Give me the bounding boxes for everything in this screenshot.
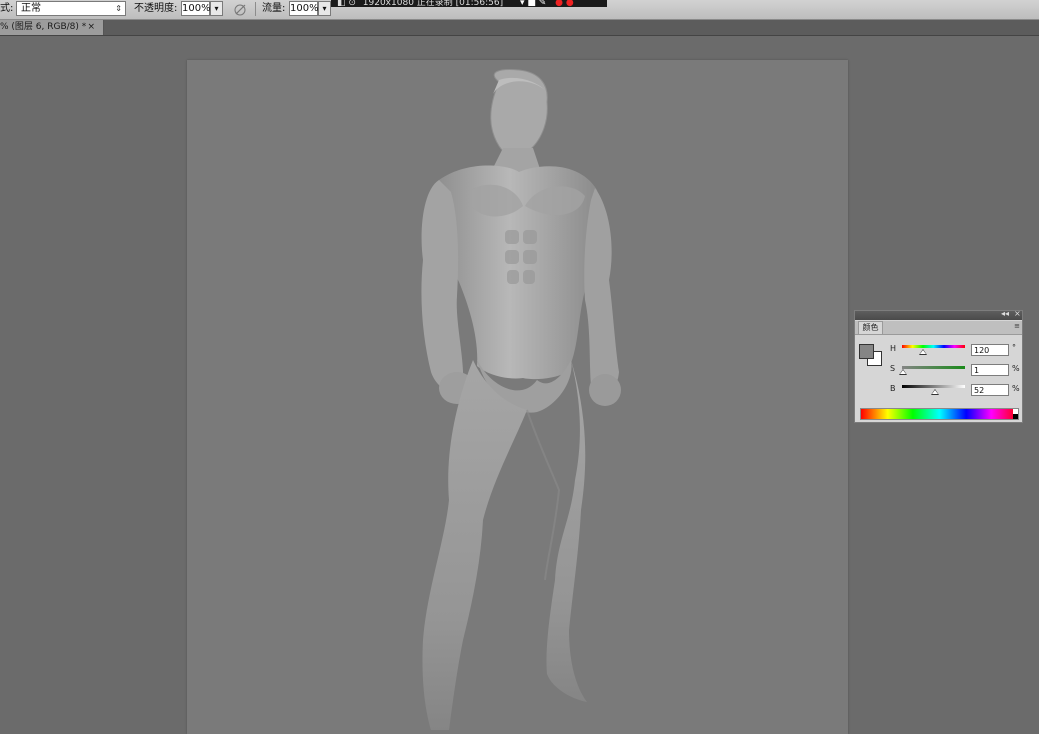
color-spectrum-bar[interactable] (860, 408, 1019, 420)
close-panel-icon[interactable]: × (1014, 309, 1021, 318)
channel-label-b: B (890, 384, 896, 393)
black-white-swatch[interactable] (1013, 409, 1018, 419)
hue-input[interactable]: 120 (971, 344, 1009, 356)
saturation-slider-thumb[interactable] (898, 369, 907, 375)
screen-recorder-overlay: ◧ ⊙ 1920x1080 正在录制 [01:56:56] ▾ ■ ✎ ● ● (331, 0, 607, 7)
saturation-unit: % (1012, 364, 1020, 373)
color-panel: ◂◂ × 颜色 ≡ H 120 ° S 1 % B 52 % (854, 309, 1023, 423)
saturation-input[interactable]: 1 (971, 364, 1009, 376)
recorder-status: 1920x1080 正在录制 [01:56:56] (362, 0, 504, 7)
blend-mode-value: 正常 (21, 3, 41, 14)
updown-arrows-icon: ⇕ (115, 4, 122, 13)
flow-dropdown-button[interactable]: ▾ (318, 1, 331, 16)
brightness-unit: % (1012, 384, 1020, 393)
foreground-color-swatch[interactable] (859, 344, 874, 359)
brightness-input[interactable]: 52 (971, 384, 1009, 396)
panel-menu-icon[interactable]: ≡ (1014, 322, 1020, 330)
brightness-slider-track[interactable] (902, 385, 965, 388)
flow-label: 流量: (262, 3, 286, 14)
document-tab-bar: % (图层 6, RGB/8) * × (0, 20, 1039, 36)
tab-color[interactable]: 颜色 (858, 321, 883, 334)
hue-slider-thumb[interactable] (918, 349, 927, 355)
collapse-panel-icon[interactable]: ◂◂ (1001, 309, 1009, 318)
airbrush-pressure-icon[interactable] (232, 1, 248, 17)
opacity-label: 不透明度: (134, 3, 178, 14)
document-tab[interactable]: % (图层 6, RGB/8) * × (0, 20, 104, 35)
document-tab-title: % (图层 6, RGB/8) * (0, 22, 87, 32)
close-tab-icon[interactable]: × (87, 20, 95, 35)
brightness-slider-thumb[interactable] (930, 389, 939, 395)
recorder-icon: ◧ ⊙ (337, 0, 356, 7)
recorder-stop-icon[interactable]: ● ● (555, 0, 574, 7)
mode-label: 式: (0, 3, 14, 14)
toolbar-divider (255, 2, 256, 16)
channel-label-s: S (890, 364, 896, 373)
hue-unit: ° (1012, 343, 1016, 352)
channel-label-h: H (890, 344, 897, 353)
opacity-input[interactable]: 100% (181, 1, 211, 16)
document-canvas[interactable] (187, 60, 848, 734)
recorder-controls-icon[interactable]: ▾ ■ ✎ (520, 0, 546, 7)
saturation-slider-track[interactable] (902, 366, 965, 369)
figure-painting (421, 69, 621, 730)
blend-mode-select[interactable]: 正常 ⇕ (16, 1, 126, 16)
hue-slider-track[interactable] (902, 345, 965, 348)
opacity-dropdown-button[interactable]: ▾ (210, 1, 223, 16)
panel-titlebar[interactable]: ◂◂ × (855, 309, 1022, 320)
flow-input[interactable]: 100% (289, 1, 319, 16)
